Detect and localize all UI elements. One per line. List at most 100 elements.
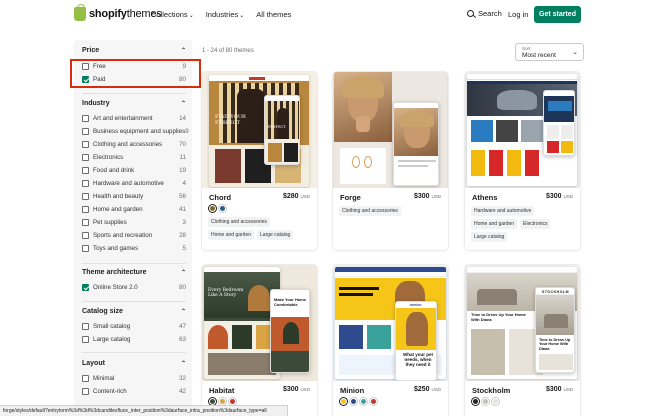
mobile-mockup: minion What your pet needs, when they ne… [395,301,437,381]
filter-option[interactable]: Sports and recreation 28 [82,229,186,242]
chevron-down-icon: ⌄ [572,49,578,56]
filter-option-label: Hardware and automotive [93,180,164,187]
filter-option[interactable]: Hardware and automotive 4 [82,177,186,190]
theme-preview-image[interactable]: Time to Dress Up Your Home With Diana ST… [465,265,580,381]
highlight-annotation [70,59,201,88]
theme-card-athens[interactable]: Athens $300 USD Hardware and automotive … [465,72,580,250]
color-swatch[interactable] [350,398,357,405]
shopify-themes-logo[interactable]: shopifythemes [74,4,162,21]
get-started-button[interactable]: Get started [534,6,581,23]
hero-headline: FIND YOUR PERFECT [215,114,246,126]
checkbox[interactable] [82,180,89,187]
theme-name[interactable]: Athens [472,193,497,202]
color-swatch[interactable] [229,398,236,405]
checkbox[interactable] [82,193,89,200]
tag[interactable]: Large catalog [471,232,508,242]
filter-option[interactable]: Toys and games 5 [82,242,186,255]
checkbox[interactable] [82,167,89,174]
filter-option[interactable]: Art and entertainment 14 [82,112,186,125]
color-swatch[interactable] [482,398,489,405]
filter-option[interactable]: Home and garden 41 [82,203,186,216]
filter-group-header[interactable]: Layout ⌃ [82,360,186,367]
theme-name[interactable]: Stockholm [472,386,510,395]
theme-name[interactable]: Habitat [209,386,234,395]
filter-group-header[interactable]: Catalog size ⌃ [82,308,186,315]
price-currency: USD [563,194,573,199]
checkbox[interactable] [82,375,89,382]
checkbox[interactable] [82,206,89,213]
checkbox[interactable] [82,323,89,330]
color-swatch[interactable] [340,398,347,405]
checkbox[interactable] [82,336,89,343]
checkbox[interactable] [82,219,89,226]
color-swatch[interactable] [370,398,377,405]
checkbox[interactable] [82,232,89,239]
color-swatch[interactable] [472,398,479,405]
theme-card-stockholm[interactable]: Time to Dress Up Your Home With Diana ST… [465,265,580,416]
phone-headline: Make Your Home Comfortable [274,297,307,307]
checkbox[interactable] [82,245,89,252]
filter-option[interactable]: Online Store 2.0 80 [82,281,186,294]
filter-option[interactable]: Business equipment and supplies 9 [82,125,189,138]
filter-group-header[interactable]: Price ⌃ [82,47,186,54]
filter-option-count: 9 [185,128,189,135]
filter-group-header[interactable]: Industry ⌃ [82,100,186,107]
checkbox[interactable] [82,388,89,395]
filter-option[interactable]: Health and beauty 56 [82,190,186,203]
nav-all-themes[interactable]: All themes [256,10,291,19]
search-icon [467,10,474,17]
search-label: Search [478,9,502,18]
checkbox[interactable] [82,154,89,161]
sort-select[interactable]: Sort Most recent ⌄ [515,43,584,61]
filter-option[interactable]: Large catalog 63 [82,333,186,346]
theme-name[interactable]: Forge [340,193,361,202]
filter-option[interactable]: Electronics 11 [82,151,186,164]
sort-value: Most recent [522,52,556,59]
color-swatch[interactable] [209,398,216,405]
tag[interactable]: Home and garden [471,219,518,229]
search-button[interactable]: Search [467,9,502,18]
theme-card-forge[interactable]: Forge $300 USD Clothing and accessories [333,72,448,250]
theme-card-habitat[interactable]: Every Bedroom Like A Story Make Your Hom… [202,265,317,416]
checkbox[interactable] [82,141,89,148]
mobile-mockup [543,90,575,156]
checkbox[interactable] [82,128,89,135]
color-swatch[interactable] [219,205,226,212]
filter-option[interactable]: Minimal 32 [82,372,186,385]
tag[interactable]: Hardware and automotive [471,206,535,216]
theme-name[interactable]: Minion [340,386,364,395]
color-swatch[interactable] [360,398,367,405]
tag[interactable]: Electronics [520,219,551,229]
theme-preview-image[interactable] [333,72,448,188]
nav-industries[interactable]: Industries⌄ [206,10,245,19]
theme-card-minion[interactable]: minion What your pet needs, when they ne… [333,265,448,416]
color-swatch[interactable] [219,398,226,405]
tag[interactable]: Clothing and accessories [339,206,401,216]
filter-option[interactable]: Pet supplies 3 [82,216,186,229]
theme-name[interactable]: Chord [209,193,231,202]
filter-option[interactable]: Food and drink 19 [82,164,186,177]
price-amount: $250 [413,386,430,393]
tag[interactable]: Large catalog [257,230,294,240]
checkbox[interactable] [82,115,89,122]
top-nav: shopifythemes Collections⌄ Industries⌄ A… [0,0,668,30]
filter-option[interactable]: Small catalog 47 [82,320,186,333]
color-swatch[interactable] [209,205,216,212]
theme-preview-image[interactable]: Every Bedroom Like A Story Make Your Hom… [202,265,317,381]
price-amount: $280 [282,193,299,200]
filter-option-label: Art and entertainment [93,115,153,122]
login-link[interactable]: Log in [508,10,528,19]
color-swatch[interactable] [492,398,499,405]
theme-preview-image[interactable] [465,72,580,188]
theme-card-chord[interactable]: FIND YOUR PERFECT PERFECT Chord $280 USD… [202,72,317,250]
filter-group-layout: Layout ⌃ Minimal 32 Content-rich 42 [82,360,186,398]
checkbox-checked[interactable] [82,284,89,291]
filter-option[interactable]: Content-rich 42 [82,385,186,398]
tag[interactable]: Home and garden [208,230,255,240]
filter-group-header[interactable]: Theme architecture ⌃ [82,269,186,276]
tag[interactable]: Clothing and accessories [208,217,270,227]
filter-option[interactable]: Clothing and accessories 70 [82,138,186,151]
theme-preview-image[interactable]: FIND YOUR PERFECT PERFECT [202,72,317,188]
theme-preview-image[interactable]: minion What your pet needs, when they ne… [333,265,448,381]
nav-collections[interactable]: Collections⌄ [151,10,194,19]
